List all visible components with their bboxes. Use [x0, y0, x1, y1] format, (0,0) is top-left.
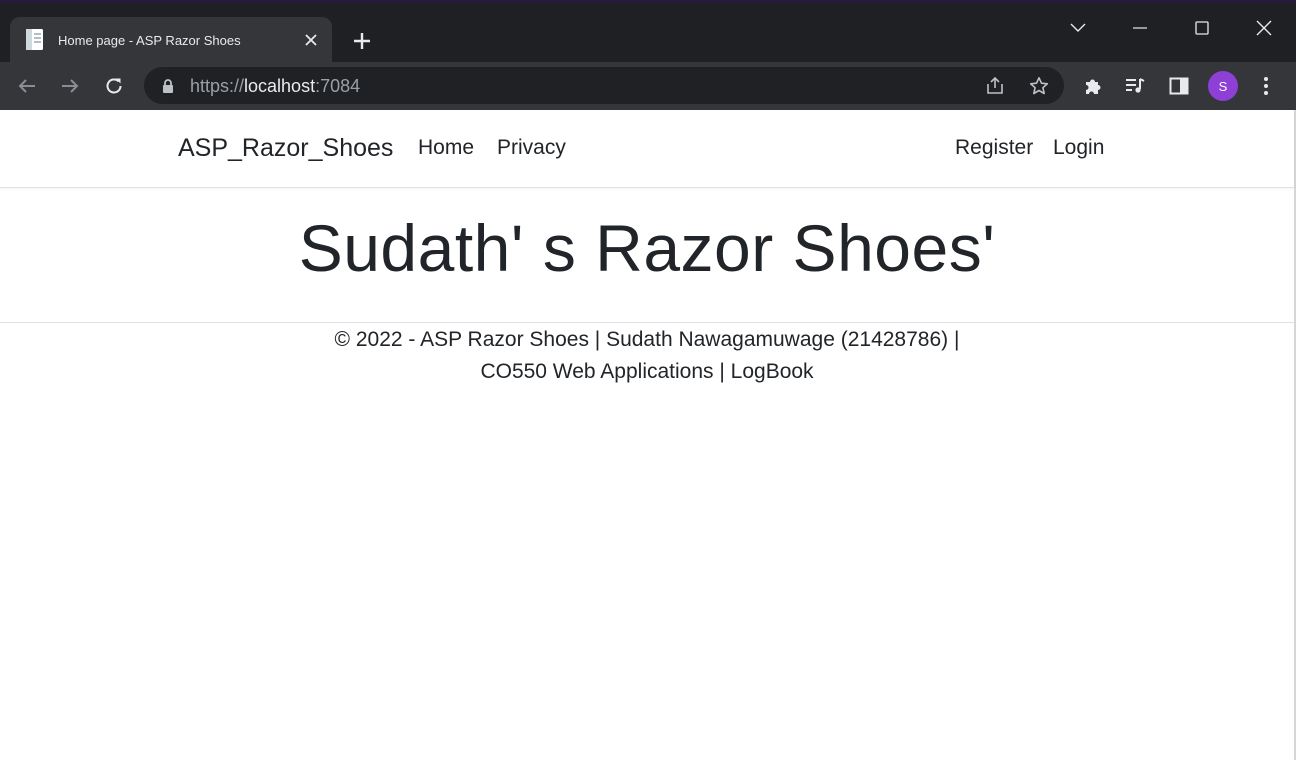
tab-close-icon[interactable] — [300, 29, 322, 51]
url-scheme: https:// — [190, 76, 245, 96]
maximize-icon[interactable] — [1179, 11, 1225, 45]
nav-privacy-link[interactable]: Privacy — [497, 136, 566, 160]
back-arrow-icon[interactable] — [11, 70, 43, 102]
nav-register-link[interactable]: Register — [955, 136, 1033, 160]
url-port: :7084 — [315, 76, 361, 96]
close-window-icon[interactable] — [1241, 11, 1287, 45]
page-heading: Sudath' s Razor Shoes' — [298, 211, 996, 285]
address-bar[interactable]: https://localhost:7084 — [144, 67, 1064, 104]
page-favicon-icon — [24, 28, 46, 52]
reload-icon[interactable] — [98, 70, 130, 102]
tab-title: Home page - ASP Razor Shoes — [58, 33, 241, 48]
url-host: localhost — [244, 76, 316, 96]
profile-avatar[interactable]: S — [1208, 71, 1238, 101]
logbook-link[interactable]: LogBook — [731, 360, 814, 383]
nav-login-link[interactable]: Login — [1053, 136, 1104, 160]
forward-arrow-icon[interactable] — [54, 70, 86, 102]
url-text[interactable]: https://localhost:7084 — [190, 76, 360, 97]
browser-titlebar: Home page - ASP Razor Shoes — [0, 0, 1296, 65]
footer-course-line: CO550 Web Applications | LogBook — [0, 356, 1294, 388]
nav-home-link[interactable]: Home — [418, 136, 474, 160]
footer-course-text: CO550 Web Applications | — [480, 360, 731, 383]
web-page: ASP_Razor_Shoes Home Privacy Register Lo… — [0, 110, 1296, 760]
media-queue-icon[interactable] — [1119, 70, 1151, 102]
site-navbar: ASP_Razor_Shoes Home Privacy Register Lo… — [0, 110, 1294, 188]
browser-tab[interactable]: Home page - ASP Razor Shoes — [10, 17, 332, 65]
tab-search-chevron-icon[interactable] — [1055, 11, 1101, 45]
footer-divider — [0, 322, 1294, 323]
extensions-puzzle-icon[interactable] — [1077, 70, 1109, 102]
new-tab-plus-icon[interactable] — [348, 27, 376, 55]
bookmark-star-icon[interactable] — [1025, 72, 1053, 100]
brand-link[interactable]: ASP_Razor_Shoes — [178, 134, 393, 163]
minimize-icon[interactable] — [1117, 11, 1163, 45]
menu-kebab-icon[interactable] — [1250, 70, 1282, 102]
side-panel-icon[interactable] — [1163, 70, 1195, 102]
lock-icon[interactable] — [160, 78, 176, 94]
browser-toolbar: https://localhost:7084 S — [0, 62, 1296, 110]
share-icon[interactable] — [981, 72, 1009, 100]
footer-copyright: © 2022 - ASP Razor Shoes | Sudath Nawaga… — [334, 328, 960, 351]
site-footer: © 2022 - ASP Razor Shoes | Sudath Nawaga… — [0, 324, 1294, 388]
